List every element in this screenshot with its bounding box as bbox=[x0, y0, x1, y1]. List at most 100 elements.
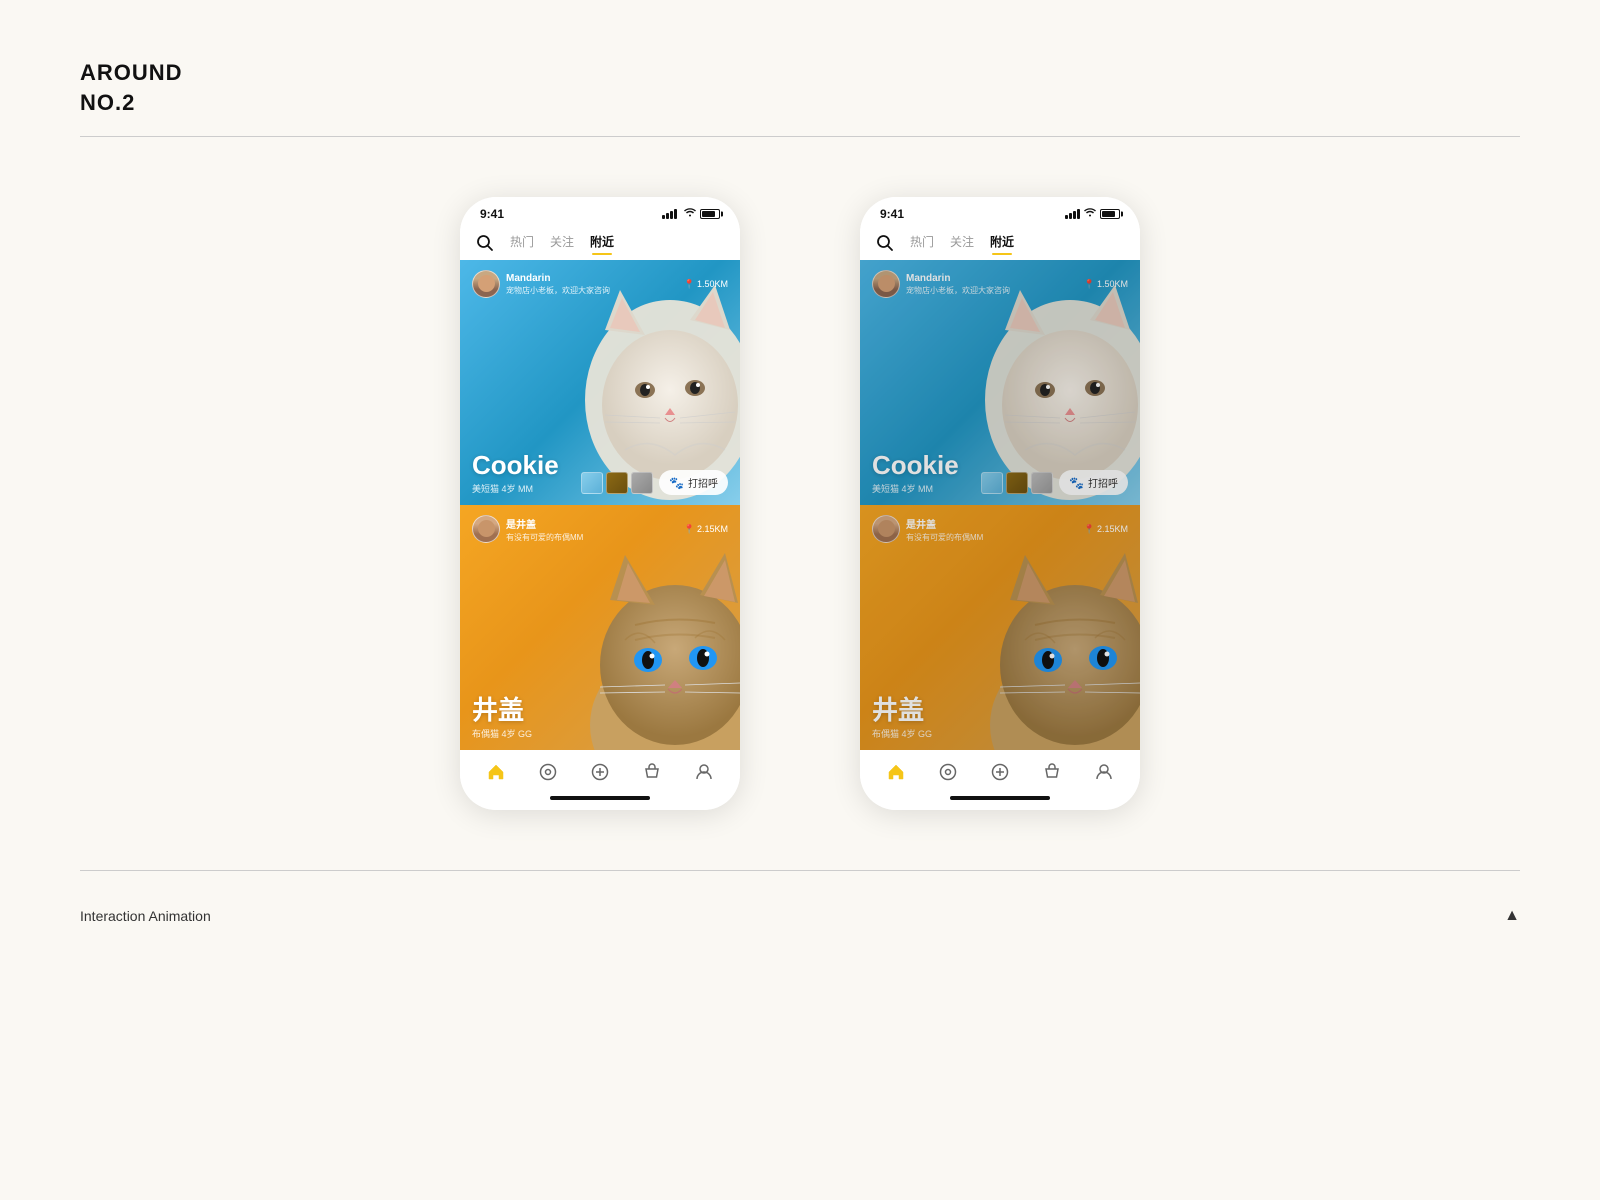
username-mandarin-right: Mandarin bbox=[906, 273, 1010, 284]
tab-follow-left[interactable]: 关注 bbox=[550, 233, 574, 252]
distance-jinggai-left: 📍 2.15KM bbox=[684, 524, 728, 535]
username-mandarin-left: Mandarin bbox=[506, 273, 610, 284]
feed-left: Mandarin 宠物店小老板，欢迎大家咨询 📍 1.50KM Cookie 美… bbox=[460, 260, 740, 750]
nav-discover-right[interactable] bbox=[938, 762, 958, 782]
subtitle-mandarin-left: 宠物店小老板，欢迎大家咨询 bbox=[506, 285, 610, 296]
thumb1-right bbox=[981, 472, 1003, 494]
phones-container: 9:41  bbox=[0, 137, 1600, 870]
subtitle-jinggai-left: 有没有可爱的布偶MM bbox=[506, 532, 583, 543]
username-jinggai-left: 是井盖 bbox=[506, 516, 583, 531]
card-overlay-cookie-right: Mandarin 宠物店小老板，欢迎大家咨询 📍 1.50KM Cookie 美… bbox=[860, 260, 1140, 505]
nav-discover-left[interactable] bbox=[538, 762, 558, 782]
battery-icon-left bbox=[700, 209, 720, 219]
distance-jinggai-right: 📍 2.15KM bbox=[1084, 524, 1128, 535]
card-cookie-right[interactable]: Mandarin 宠物店小老板，欢迎大家咨询 📍 1.50KM Cookie 美… bbox=[860, 260, 1140, 505]
card-actions-cookie-left: 🐾 打招呼 bbox=[581, 470, 728, 495]
greet-label-left: 打招呼 bbox=[688, 475, 718, 490]
card-bottom-jinggai-right: 井盖 布偶猫 4岁 GG bbox=[872, 697, 1128, 740]
nav-profile-right[interactable] bbox=[1094, 762, 1114, 782]
card-jinggai-right[interactable]: 是井盖 有没有可爱的布偶MM 📍 2.15KM 井盖 布偶猫 4岁 GG bbox=[860, 505, 1140, 750]
card-overlay-jinggai-left: 是井盖 有没有可爱的布偶MM 📍 2.15KM 井盖 布偶猫 4岁 GG bbox=[460, 505, 740, 750]
card-overlay-cookie-left: Mandarin 宠物店小老板，欢迎大家咨询 📍 1.50KM Cookie 美… bbox=[460, 260, 740, 505]
status-icons-left:  bbox=[662, 208, 720, 221]
nav-tabs-left: 热门 关注 附近 bbox=[510, 233, 614, 252]
username-jinggai-right: 是井盖 bbox=[906, 516, 983, 531]
distance-cookie-left: 📍 1.50KM bbox=[684, 279, 728, 290]
nav-shop-right[interactable] bbox=[1042, 762, 1062, 782]
status-bar-right: 9:41 bbox=[860, 197, 1140, 227]
user-info-mandarin-right: Mandarin 宠物店小老板，欢迎大家咨询 bbox=[906, 273, 1010, 296]
user-info-jinggai-left: 是井盖 有没有可爱的布偶MM bbox=[506, 516, 583, 543]
tab-follow-right[interactable]: 关注 bbox=[950, 233, 974, 252]
wifi-icon-right bbox=[1084, 208, 1096, 221]
phone-right: 9:41 bbox=[860, 197, 1140, 810]
card-actions-cookie-right: 🐾 打招呼 bbox=[981, 470, 1128, 495]
signal-icon-left bbox=[662, 209, 677, 219]
pet-name-jinggai-left: 井盖 bbox=[472, 697, 532, 723]
greet-btn-cookie-right[interactable]: 🐾 打招呼 bbox=[1059, 470, 1128, 495]
header: AROUND NO.2 bbox=[0, 0, 1600, 136]
pet-info-jinggai-right: 井盖 布偶猫 4岁 GG bbox=[872, 697, 932, 740]
avatar-jinggai-left bbox=[472, 515, 500, 543]
thumb2-right bbox=[1006, 472, 1028, 494]
thumb3-left bbox=[631, 472, 653, 494]
card-header-cookie-right: Mandarin 宠物店小老板，欢迎大家咨询 📍 1.50KM bbox=[872, 270, 1128, 298]
pet-name-cookie-right: Cookie bbox=[872, 452, 959, 478]
nav-home-left[interactable] bbox=[486, 762, 506, 782]
nav-home-right[interactable] bbox=[886, 762, 906, 782]
bottom-nav-right bbox=[860, 750, 1140, 790]
nav-add-left[interactable] bbox=[590, 762, 610, 782]
search-icon-left[interactable] bbox=[476, 234, 494, 252]
tab-hot-right[interactable]: 热门 bbox=[910, 233, 934, 252]
search-icon-right[interactable] bbox=[876, 234, 894, 252]
thumb1-left bbox=[581, 472, 603, 494]
nav-shop-left[interactable] bbox=[642, 762, 662, 782]
pet-details-jinggai-left: 布偶猫 4岁 GG bbox=[472, 727, 532, 740]
tab-nearby-left[interactable]: 附近 bbox=[590, 233, 614, 252]
pet-name-jinggai-right: 井盖 bbox=[872, 697, 932, 723]
card-user-jinggai-left: 是井盖 有没有可爱的布偶MM bbox=[472, 515, 583, 543]
thumb3-right bbox=[1031, 472, 1053, 494]
footer-label: Interaction Animation bbox=[80, 908, 211, 924]
nav-add-right[interactable] bbox=[990, 762, 1010, 782]
greet-btn-cookie-left[interactable]: 🐾 打招呼 bbox=[659, 470, 728, 495]
pet-details-cookie-right: 美短猫 4岁 MM bbox=[872, 482, 959, 495]
pet-info-jinggai-left: 井盖 布偶猫 4岁 GG bbox=[472, 697, 532, 740]
subtitle-jinggai-right: 有没有可爱的布偶MM bbox=[906, 532, 983, 543]
card-cookie-left[interactable]: Mandarin 宠物店小老板，欢迎大家咨询 📍 1.50KM Cookie 美… bbox=[460, 260, 740, 505]
card-header-cookie-left: Mandarin 宠物店小老板，欢迎大家咨询 📍 1.50KM bbox=[472, 270, 728, 298]
status-bar-left: 9:41  bbox=[460, 197, 740, 227]
nav-bar-right: 热门 关注 附近 bbox=[860, 227, 1140, 260]
greet-label-right: 打招呼 bbox=[1088, 475, 1118, 490]
card-user-cookie-right: Mandarin 宠物店小老板，欢迎大家咨询 bbox=[872, 270, 1010, 298]
avatar-jinggai-right bbox=[872, 515, 900, 543]
card-overlay-jinggai-right: 是井盖 有没有可爱的布偶MM 📍 2.15KM 井盖 布偶猫 4岁 GG bbox=[860, 505, 1140, 750]
home-bar-right bbox=[860, 790, 1140, 810]
nav-profile-left[interactable] bbox=[694, 762, 714, 782]
up-icon[interactable]: ▲ bbox=[1504, 907, 1520, 925]
thumb2-left bbox=[606, 472, 628, 494]
pet-details-jinggai-right: 布偶猫 4岁 GG bbox=[872, 727, 932, 740]
pet-name-cookie-left: Cookie bbox=[472, 452, 559, 478]
phone-left: 9:41  bbox=[460, 197, 740, 810]
card-header-jinggai-right: 是井盖 有没有可爱的布偶MM 📍 2.15KM bbox=[872, 515, 1128, 543]
nav-tabs-right: 热门 关注 附近 bbox=[910, 233, 1014, 252]
avatar-mandarin-left bbox=[472, 270, 500, 298]
home-indicator-right bbox=[950, 796, 1050, 800]
home-bar-left bbox=[460, 790, 740, 810]
tab-nearby-right[interactable]: 附近 bbox=[990, 233, 1014, 252]
card-jinggai-left[interactable]: 是井盖 有没有可爱的布偶MM 📍 2.15KM 井盖 布偶猫 4岁 GG bbox=[460, 505, 740, 750]
footer: Interaction Animation ▲ bbox=[0, 871, 1600, 971]
signal-icon-right bbox=[1065, 209, 1080, 219]
pet-details-cookie-left: 美短猫 4岁 MM bbox=[472, 482, 559, 495]
distance-cookie-right: 📍 1.50KM bbox=[1084, 279, 1128, 290]
pet-info-cookie-right: Cookie 美短猫 4岁 MM bbox=[872, 452, 959, 495]
card-bottom-jinggai-left: 井盖 布偶猫 4岁 GG bbox=[472, 697, 728, 740]
card-user-cookie-left: Mandarin 宠物店小老板，欢迎大家咨询 bbox=[472, 270, 610, 298]
user-info-mandarin-left: Mandarin 宠物店小老板，欢迎大家咨询 bbox=[506, 273, 610, 296]
card-bottom-cookie-right: Cookie 美短猫 4岁 MM 🐾 打招呼 bbox=[872, 452, 1128, 495]
time-right: 9:41 bbox=[880, 207, 904, 221]
status-icons-right bbox=[1065, 208, 1120, 221]
tab-hot-left[interactable]: 热门 bbox=[510, 233, 534, 252]
feed-right: Mandarin 宠物店小老板，欢迎大家咨询 📍 1.50KM Cookie 美… bbox=[860, 260, 1140, 750]
